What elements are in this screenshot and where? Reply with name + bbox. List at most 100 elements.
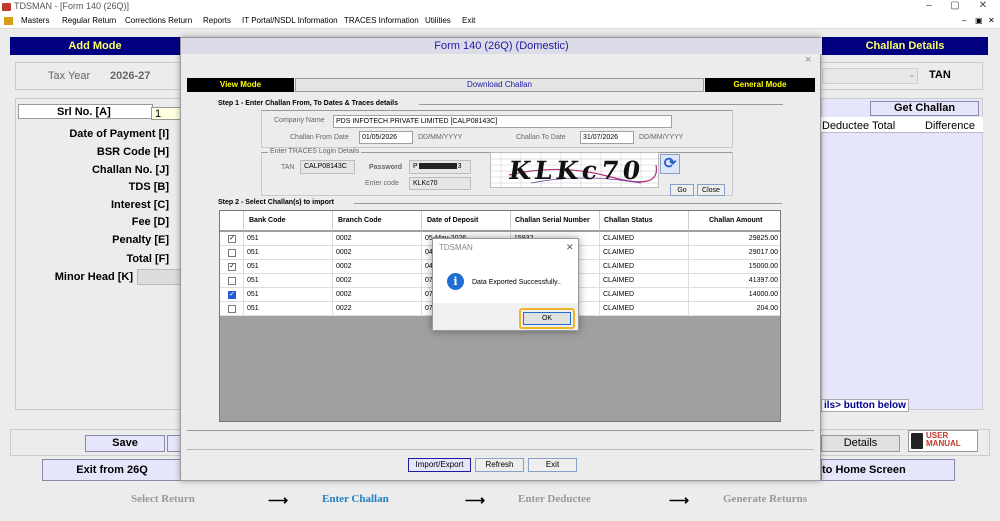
- window-title: TDSMAN - [Form 140 (26Q)]: [14, 1, 130, 11]
- challan-amount-cell: 204.00: [756, 305, 778, 312]
- select-cell: [220, 246, 244, 260]
- menu-exit[interactable]: Exit: [462, 16, 475, 25]
- menu-reports[interactable]: Reports: [203, 16, 231, 25]
- select-cell: ✓: [220, 288, 244, 302]
- select-column-header: [220, 211, 244, 231]
- password-mask-redaction: [418, 163, 457, 170]
- challan-amount-cell: 15000.00: [748, 263, 778, 270]
- import-export-button[interactable]: Import/Export: [408, 458, 471, 472]
- menu-regular-return[interactable]: Regular Return: [62, 16, 116, 25]
- minimize-button[interactable]: –: [918, 0, 940, 13]
- exit-26q-button[interactable]: Exit from 26Q: [42, 459, 182, 481]
- view-mode-label: View Mode: [187, 78, 294, 92]
- manual-book-icon: [911, 433, 923, 449]
- challan-status-cell: CLAIMED: [600, 232, 689, 246]
- step1-divider: [419, 104, 783, 105]
- step-generate-returns: Generate Returns: [723, 493, 808, 505]
- app-icon: [2, 3, 11, 11]
- info-icon: i: [447, 273, 464, 290]
- interest-label: Interest [C]: [110, 199, 169, 211]
- step-select-return: Select Return: [131, 493, 195, 505]
- minor-head-label: Minor Head [K]: [54, 271, 133, 283]
- tax-year-label: Tax Year: [48, 70, 91, 82]
- refresh-captcha-icon[interactable]: ⟳: [660, 154, 680, 174]
- tab-challan-details: Challan Details: [822, 37, 988, 55]
- from-date-format: DD/MM/YYYY: [418, 134, 463, 141]
- get-challan-button[interactable]: Get Challan: [870, 101, 979, 116]
- fee-label: Fee [D]: [131, 216, 169, 228]
- step1-heading: Step 1 - Enter Challan From, To Dates & …: [218, 100, 398, 107]
- challan-from-date-field[interactable]: 01/05/2026: [359, 131, 413, 144]
- branch-code-header: Branch Code: [333, 211, 422, 231]
- row-checkbox[interactable]: [228, 305, 236, 313]
- challan-status-cell: CLAIMED: [600, 302, 689, 316]
- grid-header: Bank Code Branch Code Date of Deposit Ch…: [220, 211, 780, 231]
- hint-text: ils> button below: [821, 399, 909, 412]
- child-minimize-button[interactable]: –: [962, 16, 966, 25]
- company-name-field[interactable]: PDS INFOTECH PRIVATE LIMITED [CALP08143C…: [333, 115, 672, 128]
- go-button[interactable]: Go: [670, 184, 694, 196]
- tan-field[interactable]: CALP08143C: [300, 160, 355, 174]
- srno-field[interactable]: 1: [151, 107, 181, 120]
- menu-traces-information[interactable]: TRACES Information: [344, 16, 419, 25]
- captcha-image: KLKc70: [490, 152, 659, 188]
- refresh-button[interactable]: Refresh: [475, 458, 524, 472]
- total-label: Total [F]: [126, 253, 169, 265]
- minor-head-field[interactable]: [137, 269, 181, 285]
- password-tail: 3: [457, 163, 462, 170]
- captcha-code-field[interactable]: KLKc70: [409, 177, 471, 190]
- tan-select[interactable]: [822, 68, 918, 84]
- restore-button[interactable]: ▢: [944, 0, 966, 13]
- mdi-icon: [4, 17, 13, 25]
- arrow-right-icon: ⟶: [268, 492, 289, 508]
- row-checkbox[interactable]: ✓: [228, 291, 236, 299]
- menu-it-portal[interactable]: IT Portal/NSDL Information: [242, 16, 338, 25]
- menu-masters[interactable]: Masters: [21, 16, 49, 25]
- challan-to-date-field[interactable]: 31/07/2026: [580, 131, 634, 144]
- modal-close-icon[interactable]: ×: [805, 54, 811, 66]
- challan-no-label: Challan No. [J]: [91, 164, 169, 176]
- exit-button[interactable]: Exit: [528, 458, 577, 472]
- ok-button[interactable]: OK: [523, 312, 571, 325]
- tds-label: TDS [B]: [128, 181, 169, 193]
- challan-status-header: Challan Status: [600, 211, 689, 231]
- child-close-button[interactable]: ✕: [988, 16, 995, 25]
- step-enter-deductee: Enter Deductee: [518, 493, 591, 505]
- dialog-close-icon[interactable]: ✕: [566, 242, 574, 253]
- row-checkbox[interactable]: [228, 277, 236, 285]
- row-checkbox[interactable]: [228, 249, 236, 257]
- bank-code-header: Bank Code: [244, 211, 333, 231]
- home-screen-button[interactable]: to Home Screen: [821, 459, 955, 481]
- captcha-close-button[interactable]: Close: [697, 184, 725, 196]
- row-checkbox[interactable]: ✓: [228, 235, 236, 243]
- bank-code-cell: 051: [244, 246, 333, 260]
- user-manual-label: USER MANUAL: [926, 431, 961, 448]
- enter-code-label: Enter code: [365, 180, 399, 187]
- save-button[interactable]: Save: [85, 435, 165, 452]
- penalty-label: Penalty [E]: [112, 234, 169, 246]
- next-button[interactable]: [167, 435, 181, 452]
- branch-code-cell: 0002: [333, 246, 422, 260]
- tax-year-value[interactable]: 2026-27: [110, 70, 150, 82]
- arrow-right-icon: ⟶: [465, 492, 486, 508]
- password-value: P: [413, 163, 418, 170]
- password-field[interactable]: P3: [409, 160, 471, 174]
- challan-serial-header: Challan Serial Number: [511, 211, 600, 231]
- menu-utilities[interactable]: Utilities: [425, 16, 451, 25]
- menu-bar: Masters Regular Return Corrections Retur…: [0, 14, 1000, 29]
- tab-add-mode: Add Mode: [10, 37, 180, 55]
- select-cell: [220, 302, 244, 316]
- footer-divider: [187, 430, 814, 431]
- challan-status-cell: CLAIMED: [600, 274, 689, 288]
- footer-divider-2: [187, 449, 814, 450]
- child-restore-button[interactable]: ▣: [975, 16, 983, 25]
- deductee-total-header: Deductee Total: [822, 120, 896, 132]
- menu-corrections-return[interactable]: Corrections Return: [125, 16, 192, 25]
- close-window-button[interactable]: ✕: [972, 0, 994, 13]
- details-button[interactable]: Details: [821, 435, 900, 452]
- row-checkbox[interactable]: ✓: [228, 263, 236, 271]
- challan-amount-cell: 41397.00: [748, 277, 778, 284]
- branch-code-cell: 0002: [333, 288, 422, 302]
- select-cell: ✓: [220, 260, 244, 274]
- challan-amount-cell: 29017.00: [748, 249, 778, 256]
